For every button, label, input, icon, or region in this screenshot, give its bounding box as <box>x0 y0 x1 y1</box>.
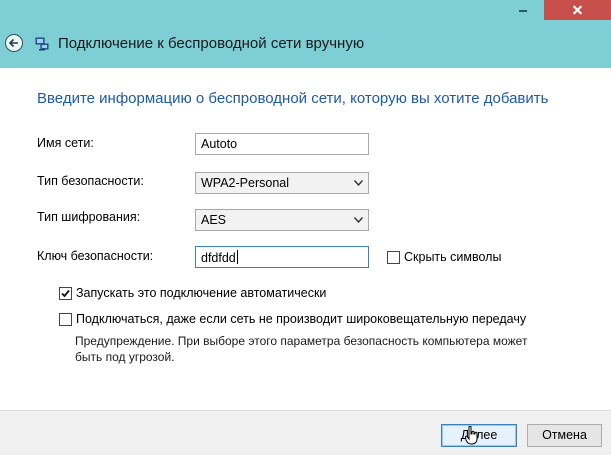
network-name-label: Имя сети: <box>37 136 94 150</box>
security-type-value: WPA2-Personal <box>201 176 289 190</box>
network-name-input[interactable]: Autoto <box>195 133 369 155</box>
dialog-title: Подключение к беспроводной сети вручную <box>58 35 365 52</box>
back-button[interactable] <box>5 34 23 52</box>
back-arrow-icon <box>8 38 18 48</box>
connect-hidden-label: Подключаться, даже если сеть не производ… <box>76 312 527 326</box>
cancel-button[interactable]: Отмена <box>527 424 602 447</box>
encryption-type-value: AES <box>201 213 227 227</box>
security-type-select[interactable]: WPA2-Personal <box>195 172 369 194</box>
title-bar: Подключение к беспроводной сети вручную <box>0 0 611 68</box>
chevron-down-icon <box>354 217 363 223</box>
warning-text: Предупреждение. При выборе этого парамет… <box>75 334 528 364</box>
hide-chars-checkbox[interactable] <box>387 251 400 264</box>
network-connection-icon <box>35 37 49 51</box>
dialog-footer: Далее Отмена <box>0 410 611 455</box>
text-caret <box>236 250 238 264</box>
dialog-content: Введите информацию о беспроводной сети, … <box>0 68 611 410</box>
security-key-value: dfdfdd <box>201 251 236 265</box>
chevron-down-icon <box>354 180 363 186</box>
encryption-type-select[interactable]: AES <box>195 209 369 231</box>
hide-chars-label: Скрыть символы <box>404 250 502 264</box>
checkmark-icon <box>61 289 70 298</box>
encryption-type-label: Тип шифрования: <box>37 210 141 224</box>
auto-connect-checkbox[interactable] <box>59 287 72 300</box>
security-type-label: Тип безопасности: <box>37 174 144 188</box>
next-button[interactable]: Далее <box>441 424 517 447</box>
security-key-input[interactable]: dfdfdd <box>195 246 369 268</box>
connect-hidden-checkbox[interactable] <box>59 313 72 326</box>
page-heading: Введите информацию о беспроводной сети, … <box>37 90 549 107</box>
security-key-label: Ключ безопасности: <box>37 249 154 263</box>
close-button[interactable] <box>544 0 611 20</box>
minimize-button[interactable] <box>500 0 544 20</box>
hand-cursor-icon <box>465 426 478 445</box>
auto-connect-label: Запускать это подключение автоматически <box>76 286 327 300</box>
